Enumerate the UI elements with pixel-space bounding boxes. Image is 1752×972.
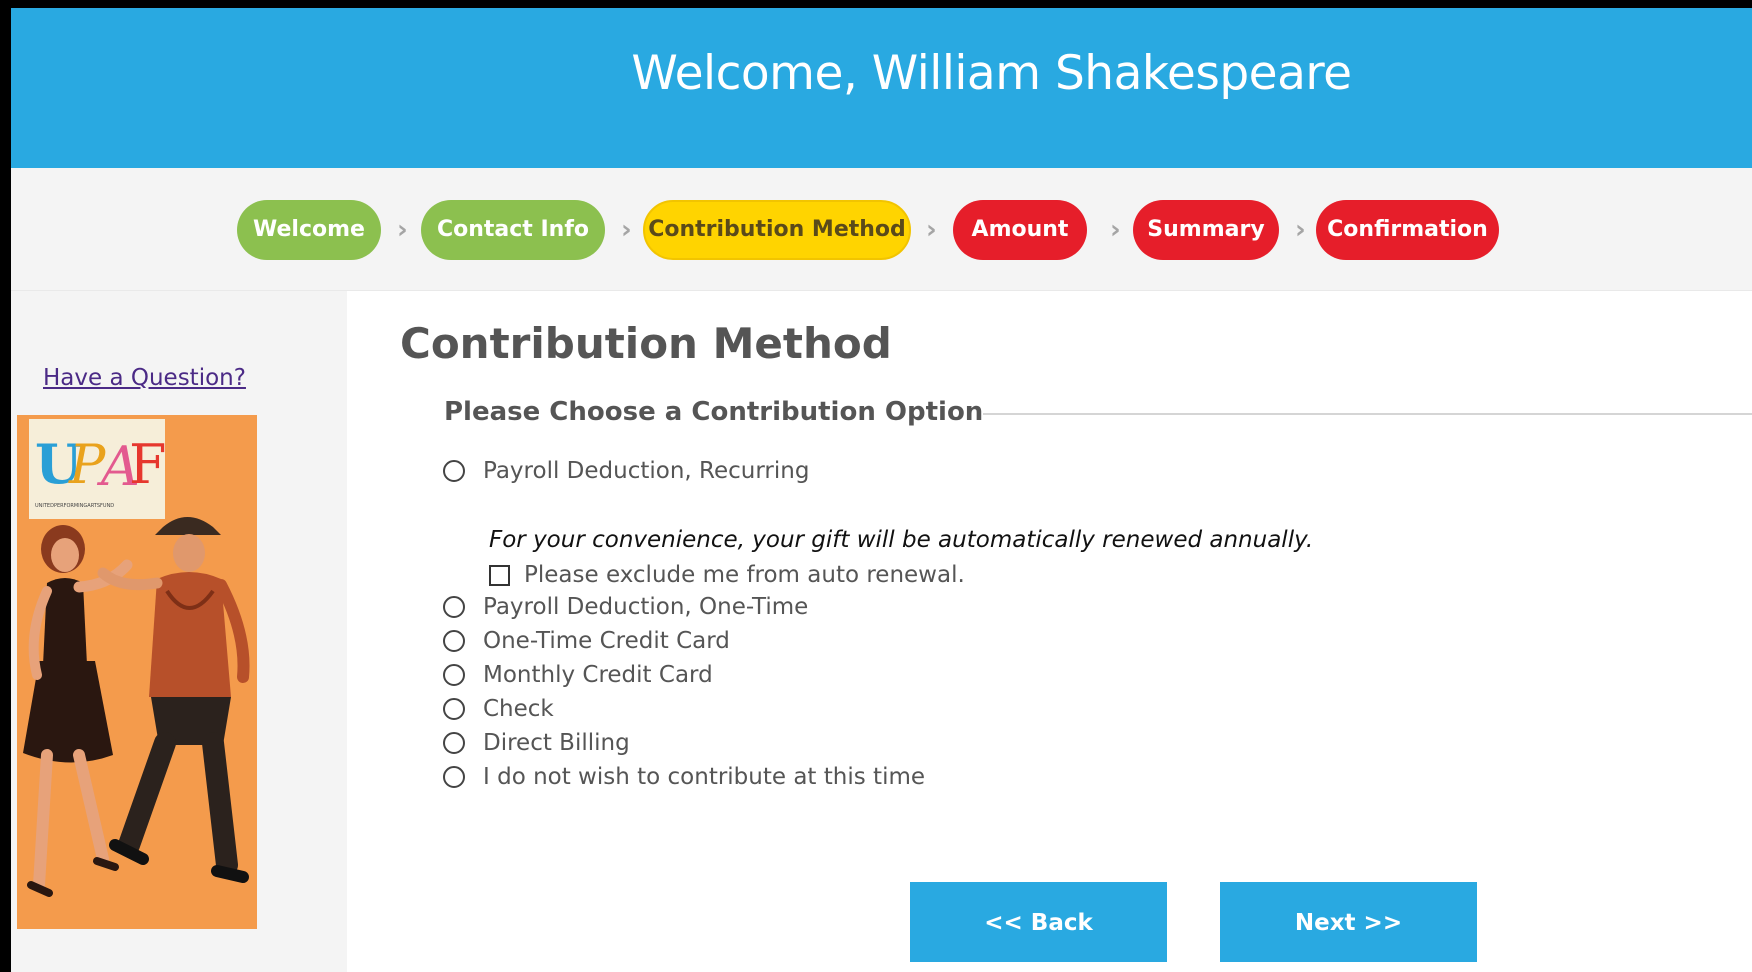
svg-text:F: F bbox=[129, 433, 166, 496]
step-chevron-icon: › bbox=[926, 215, 937, 245]
option-payroll-recurring[interactable]: Payroll Deduction, Recurring bbox=[443, 455, 809, 487]
dancers-illustration: U P A F UNITEDPERFORMINGARTSFUND bbox=[17, 415, 257, 929]
upaf-poster-image: U P A F UNITEDPERFORMINGARTSFUND bbox=[17, 415, 257, 929]
page-frame: Welcome, William Shakespeare Welcome › C… bbox=[0, 0, 1752, 972]
radio-button[interactable] bbox=[443, 766, 465, 788]
main-content: Contribution Method Please Choose a Cont… bbox=[347, 291, 1752, 972]
option-check[interactable]: Check bbox=[443, 693, 554, 725]
radio-button[interactable] bbox=[443, 664, 465, 686]
radio-button[interactable] bbox=[443, 596, 465, 618]
step-chevron-icon: › bbox=[621, 215, 632, 245]
exclude-renewal-label: Please exclude me from auto renewal. bbox=[524, 562, 965, 588]
radio-button[interactable] bbox=[443, 732, 465, 754]
radio-button[interactable] bbox=[443, 630, 465, 652]
option-label: One-Time Credit Card bbox=[483, 628, 730, 654]
section-divider bbox=[983, 413, 1752, 415]
next-button[interactable]: Next >> bbox=[1220, 882, 1477, 962]
option-label: Direct Billing bbox=[483, 730, 630, 756]
welcome-header: Welcome, William Shakespeare bbox=[11, 8, 1752, 168]
option-label: Payroll Deduction, Recurring bbox=[483, 458, 810, 484]
step-amount[interactable]: Amount bbox=[953, 200, 1087, 260]
progress-steps: Welcome › Contact Info › Contribution Me… bbox=[11, 168, 1752, 291]
section-title: Please Choose a Contribution Option bbox=[444, 397, 984, 427]
step-confirmation[interactable]: Confirmation bbox=[1316, 200, 1499, 260]
welcome-title: Welcome, William Shakespeare bbox=[631, 46, 1352, 101]
step-chevron-icon: › bbox=[1295, 215, 1306, 245]
option-label: Check bbox=[483, 696, 554, 722]
radio-button[interactable] bbox=[443, 460, 465, 482]
exclude-renewal-row[interactable]: Please exclude me from auto renewal. bbox=[489, 560, 965, 590]
step-contribution-method[interactable]: Contribution Method bbox=[643, 200, 911, 260]
option-label: Monthly Credit Card bbox=[483, 662, 713, 688]
option-label: Payroll Deduction, One-Time bbox=[483, 594, 809, 620]
option-one-time-credit-card[interactable]: One-Time Credit Card bbox=[443, 625, 730, 657]
step-chevron-icon: › bbox=[1110, 215, 1121, 245]
step-chevron-icon: › bbox=[397, 215, 408, 245]
step-contact-info[interactable]: Contact Info bbox=[421, 200, 605, 260]
step-summary[interactable]: Summary bbox=[1133, 200, 1279, 260]
option-direct-billing[interactable]: Direct Billing bbox=[443, 727, 630, 759]
sidebar: Have a Question? U P A F UNITEDPERFORMIN… bbox=[11, 291, 347, 972]
back-button[interactable]: << Back bbox=[910, 882, 1167, 962]
option-monthly-credit-card[interactable]: Monthly Credit Card bbox=[443, 659, 713, 691]
exclude-renewal-checkbox[interactable] bbox=[489, 564, 510, 586]
option-payroll-one-time[interactable]: Payroll Deduction, One-Time bbox=[443, 591, 808, 623]
radio-button[interactable] bbox=[443, 698, 465, 720]
option-no-contribution[interactable]: I do not wish to contribute at this time bbox=[443, 761, 925, 793]
renewal-note: For your convenience, your gift will be … bbox=[489, 527, 1314, 553]
poster-tagline: UNITEDPERFORMINGARTSFUND bbox=[35, 503, 114, 509]
option-label: I do not wish to contribute at this time bbox=[483, 764, 926, 790]
page-title: Contribution Method bbox=[400, 319, 892, 368]
step-welcome[interactable]: Welcome bbox=[237, 200, 381, 260]
have-a-question-link[interactable]: Have a Question? bbox=[43, 365, 246, 391]
